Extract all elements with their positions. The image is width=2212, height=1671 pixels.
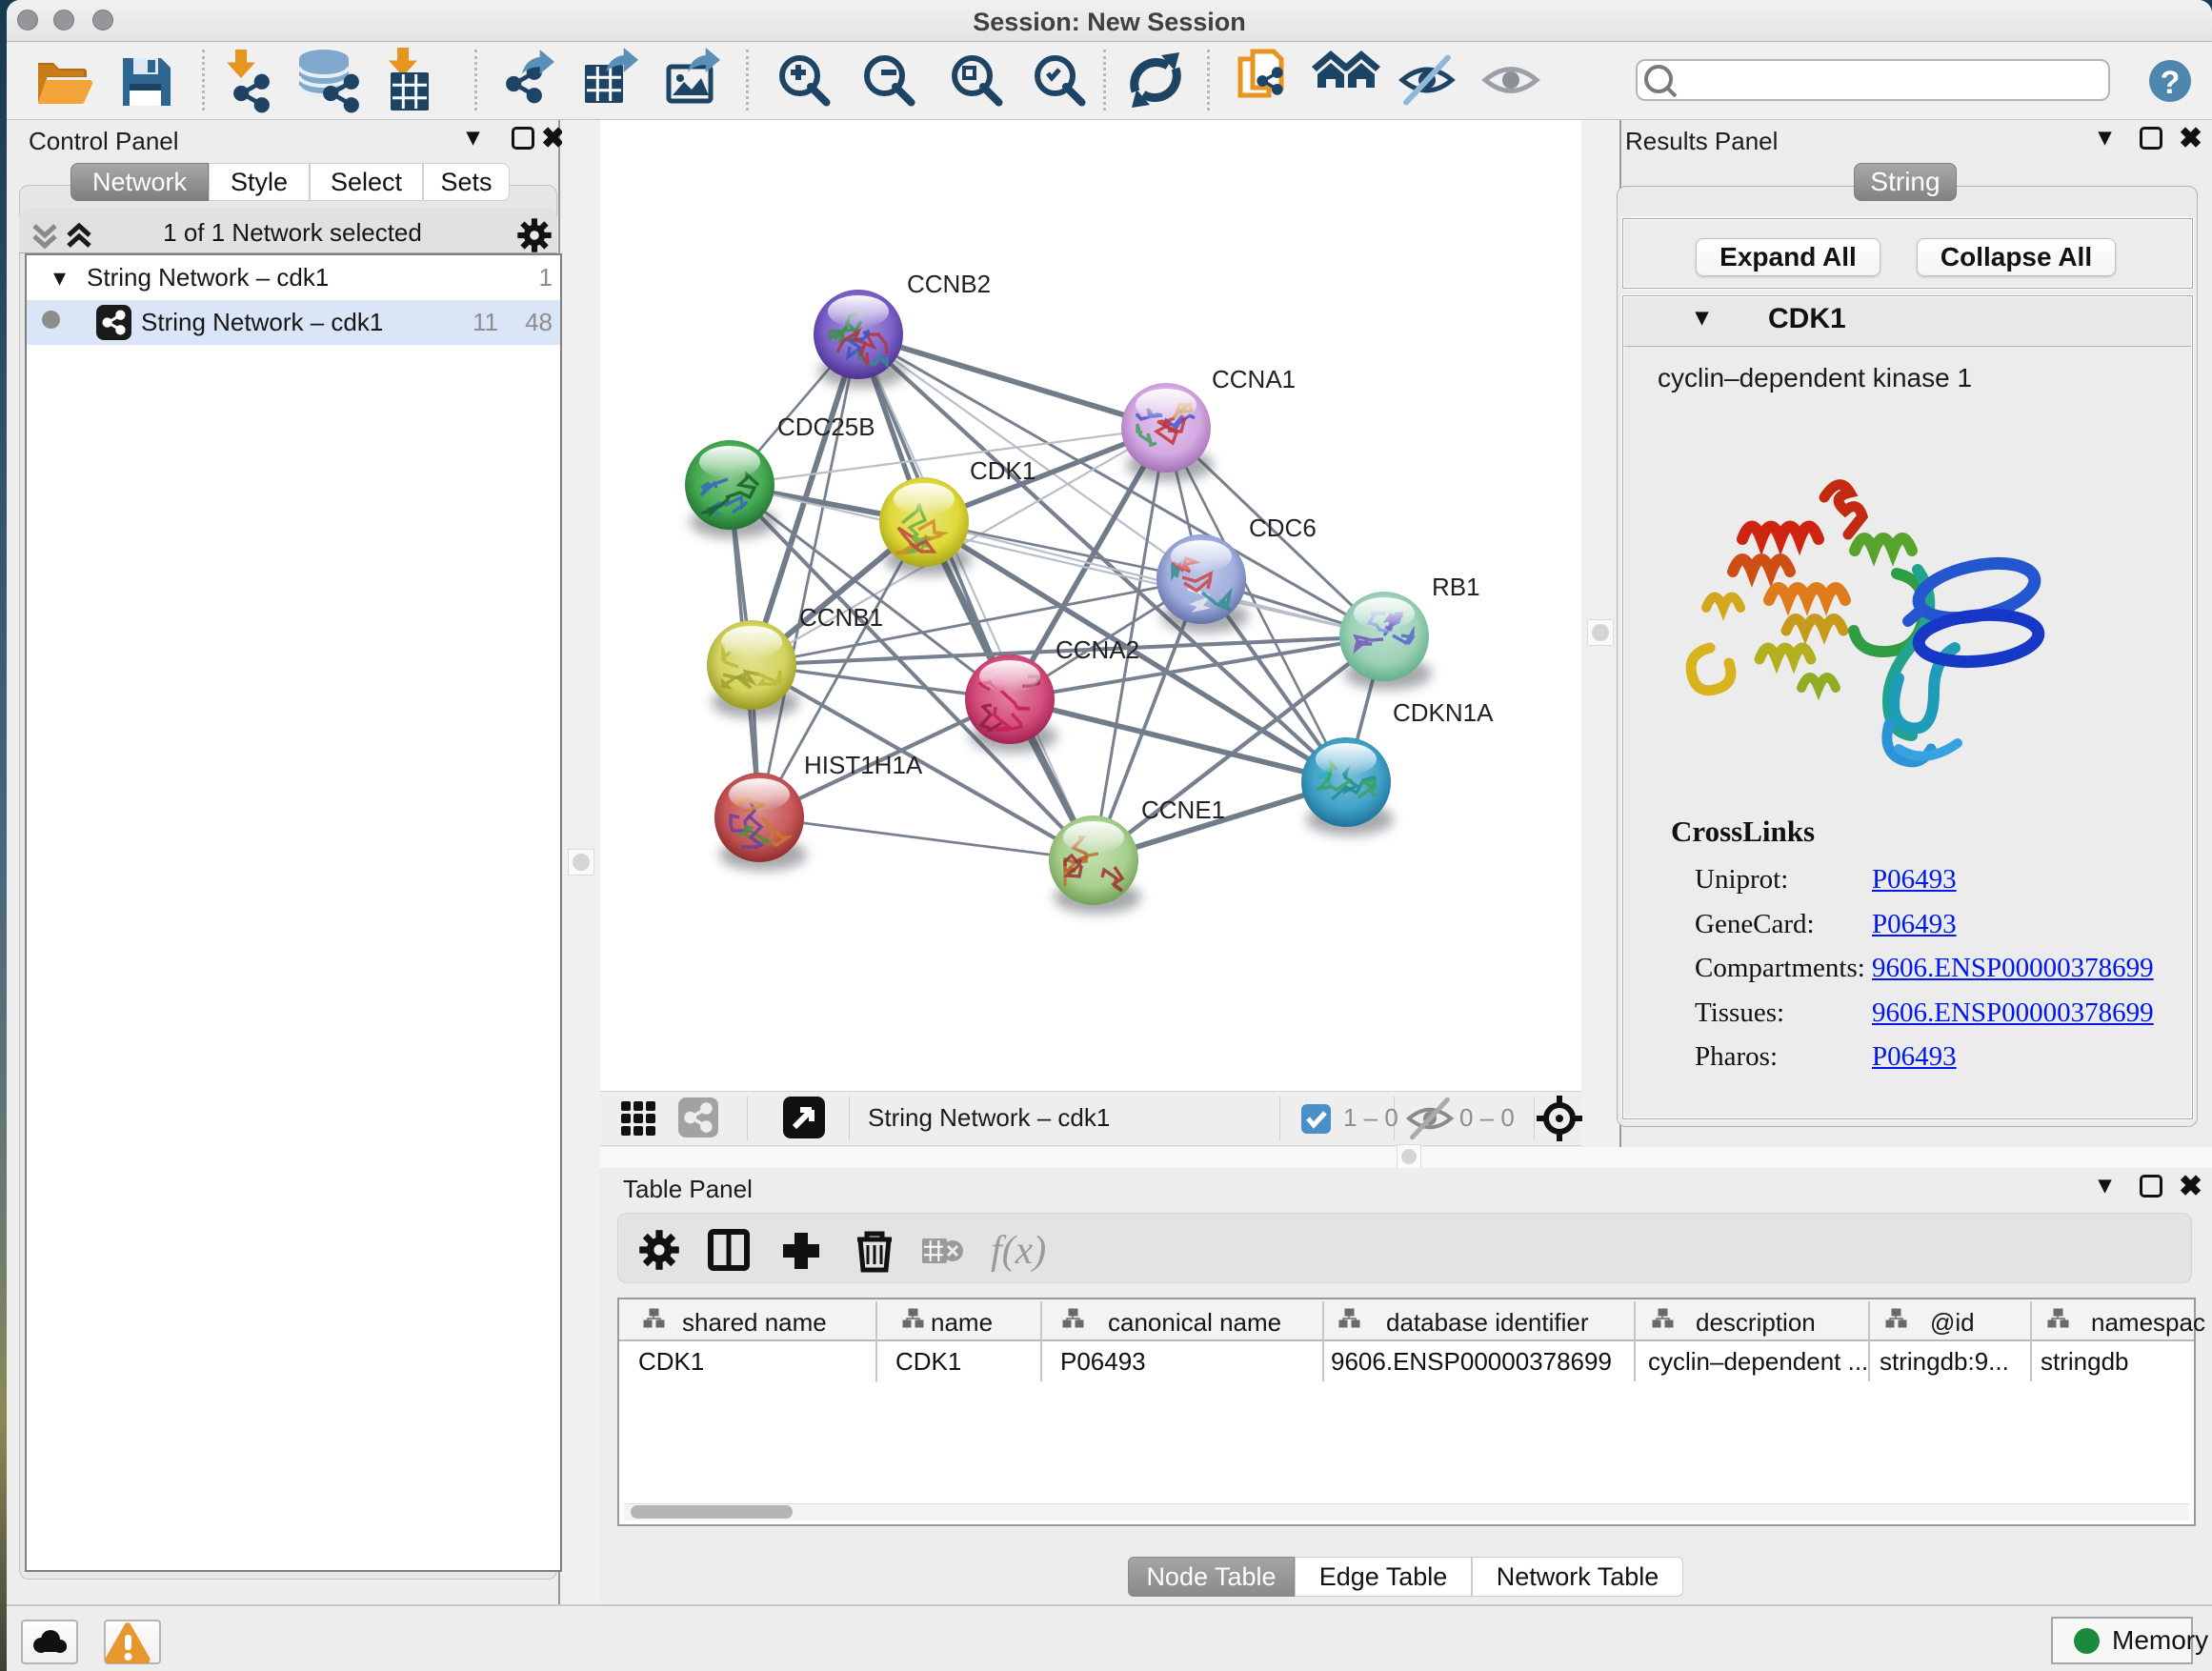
svg-text:CCNB1: CCNB1 [799,603,883,632]
svg-text:CDKN1A: CDKN1A [1393,698,1494,727]
svg-text:RB1: RB1 [1432,573,1480,601]
svg-text:CDK1: CDK1 [970,456,1036,485]
svg-text:HIST1H1A: HIST1H1A [804,751,923,779]
svg-text:CCNA1: CCNA1 [1212,365,1296,393]
svg-text:CCNA2: CCNA2 [1056,635,1139,664]
svg-text:CDC25B: CDC25B [777,413,875,441]
svg-text:CDC6: CDC6 [1249,513,1317,542]
svg-text:CCNE1: CCNE1 [1141,795,1225,824]
svg-text:CCNB2: CCNB2 [907,270,991,298]
